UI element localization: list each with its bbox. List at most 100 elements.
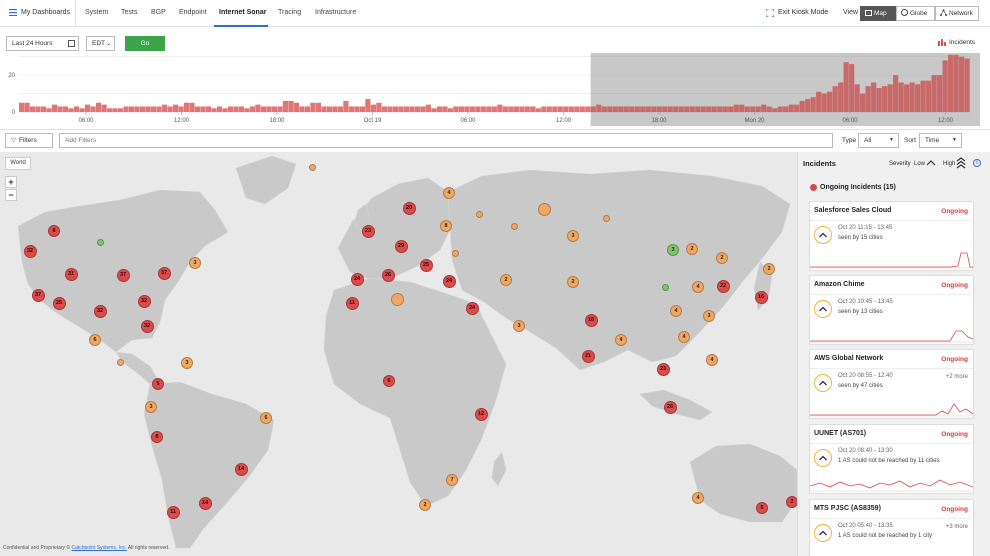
map-cluster-marker[interactable]: 23 (361, 224, 375, 238)
histogram-bar[interactable] (651, 106, 657, 112)
histogram-bar[interactable] (557, 106, 563, 112)
map-cluster-marker[interactable]: 3 (567, 230, 579, 242)
sort-select[interactable]: Time ▼ (919, 133, 962, 148)
histogram-bar[interactable] (249, 106, 256, 112)
histogram-bar[interactable] (392, 106, 399, 112)
map-cluster-marker[interactable]: 37 (116, 268, 130, 282)
histogram-bar[interactable] (40, 106, 47, 112)
histogram-bar[interactable] (574, 106, 580, 112)
histogram-bar[interactable] (46, 108, 52, 112)
map-cluster-marker[interactable]: 4 (615, 334, 627, 346)
histogram-bar[interactable] (684, 106, 690, 112)
map-cluster-marker[interactable]: 11 (166, 505, 180, 519)
map-cluster-marker[interactable]: 31 (64, 267, 78, 281)
histogram-bar[interactable] (145, 106, 151, 112)
histogram-bar[interactable] (772, 108, 778, 112)
map-cluster-marker[interactable]: 4 (692, 492, 704, 504)
info-icon[interactable]: i (973, 159, 981, 167)
histogram-bar[interactable] (425, 104, 431, 112)
histogram-bar[interactable] (942, 60, 948, 112)
incident-card[interactable]: MTS PJSC (AS8359) Ongoing Oct 20 05:40 - 1… (809, 499, 974, 556)
histogram-bar[interactable] (134, 106, 140, 112)
map-cluster-marker[interactable]: 11 (345, 296, 359, 310)
histogram-bar[interactable] (398, 106, 404, 112)
histogram-bar[interactable] (442, 106, 448, 112)
tab-tests[interactable]: Tests (121, 9, 137, 16)
histogram-bar[interactable] (618, 106, 624, 112)
tab-endpoint[interactable]: Endpoint (179, 9, 207, 16)
histogram-bar[interactable] (139, 106, 146, 112)
zoom-in-button[interactable]: + (5, 176, 17, 188)
histogram-bar[interactable] (706, 106, 712, 112)
histogram-bar[interactable] (222, 108, 228, 112)
histogram-bar[interactable] (783, 106, 789, 112)
map-cluster-marker[interactable]: 21 (581, 349, 595, 363)
map-cluster-marker[interactable]: 24 (350, 272, 364, 286)
histogram-bar[interactable] (964, 58, 970, 112)
histogram-bar[interactable] (766, 106, 772, 112)
histogram-bar[interactable] (788, 104, 794, 112)
tab-tracing[interactable]: Tracing (278, 9, 301, 16)
histogram-bar[interactable] (326, 106, 333, 112)
histogram-bar[interactable] (73, 106, 80, 112)
histogram-bar[interactable] (799, 100, 805, 112)
histogram-bar[interactable] (865, 86, 871, 112)
map-cluster-marker[interactable]: 2 (500, 274, 512, 286)
my-dashboards-link[interactable]: My Dashboards (21, 9, 70, 16)
histogram-bar[interactable] (959, 56, 965, 112)
histogram-bar[interactable] (678, 106, 684, 112)
histogram-bar[interactable] (854, 84, 860, 112)
copyright-link[interactable]: Catchpoint Systems, Inc. (71, 545, 126, 551)
map-cluster-marker[interactable]: 3 (513, 320, 525, 332)
histogram-bar[interactable] (156, 106, 162, 112)
histogram-bar[interactable] (926, 80, 932, 112)
tab-infrastructure[interactable]: Infrastructure (315, 9, 356, 16)
map-cluster-marker[interactable]: 29 (394, 239, 408, 253)
histogram-bar[interactable] (178, 106, 184, 112)
incident-more-link[interactable]: +3 more (946, 524, 968, 530)
map-cluster-marker[interactable]: 2 (763, 263, 775, 275)
incident-more-link[interactable]: +2 more (946, 374, 968, 380)
map-cluster-marker[interactable]: 22 (716, 279, 730, 293)
histogram-bar[interactable] (161, 104, 168, 112)
map-cluster-marker[interactable]: 18 (584, 313, 598, 327)
incident-card[interactable]: AWS Global Network Ongoing Oct 20 08:55 - … (809, 349, 974, 419)
histogram-bar[interactable] (513, 106, 519, 112)
histogram-bar[interactable] (62, 106, 69, 112)
histogram-bar[interactable] (387, 106, 393, 112)
map-cluster-marker[interactable]: 2 (567, 276, 579, 288)
zoom-out-button[interactable]: − (5, 189, 17, 201)
histogram-bar[interactable] (645, 106, 651, 112)
incident-card[interactable]: Amazon Chime Ongoing Oct 20 10:45 - 13:45 s… (809, 275, 974, 345)
histogram-bar[interactable] (590, 106, 596, 112)
histogram-bar[interactable] (673, 106, 679, 112)
histogram-bar[interactable] (700, 106, 706, 112)
histogram-bar[interactable] (304, 106, 311, 112)
histogram-bar[interactable] (200, 106, 206, 112)
map-cluster-marker[interactable]: 23 (656, 362, 670, 376)
histogram-bar[interactable] (579, 106, 585, 112)
filters-button[interactable]: ▽ Filters (5, 133, 53, 148)
histogram-bar[interactable] (359, 106, 366, 112)
histogram-bar[interactable] (211, 108, 217, 112)
histogram-bar[interactable] (84, 104, 91, 112)
histogram-bar[interactable] (310, 102, 316, 112)
histogram-bar[interactable] (689, 106, 695, 112)
map-cluster-marker[interactable]: 3 (703, 310, 715, 322)
map-cluster-marker[interactable]: 2 (716, 252, 728, 264)
histogram-bar[interactable] (315, 102, 322, 112)
map-cluster-marker[interactable]: 32 (93, 304, 107, 318)
histogram-bar[interactable] (739, 104, 745, 112)
histogram-bar[interactable] (35, 106, 41, 112)
histogram-bar[interactable] (123, 106, 129, 112)
map-cluster-marker[interactable]: 4 (678, 331, 690, 343)
histogram-bar[interactable] (601, 106, 607, 112)
histogram-bar[interactable] (458, 106, 464, 112)
histogram-bar[interactable] (860, 93, 866, 112)
histogram-bar[interactable] (216, 106, 223, 112)
view-network-button[interactable]: Network (935, 6, 979, 21)
incidents-histogram[interactable]: 20 0 06:00 12:00 18:00 Oct 19 06:00 12:00 18:00… (0, 28, 990, 128)
histogram-bar[interactable] (348, 106, 355, 112)
map-cluster-marker[interactable] (451, 249, 459, 257)
histogram-bar[interactable] (596, 104, 602, 112)
